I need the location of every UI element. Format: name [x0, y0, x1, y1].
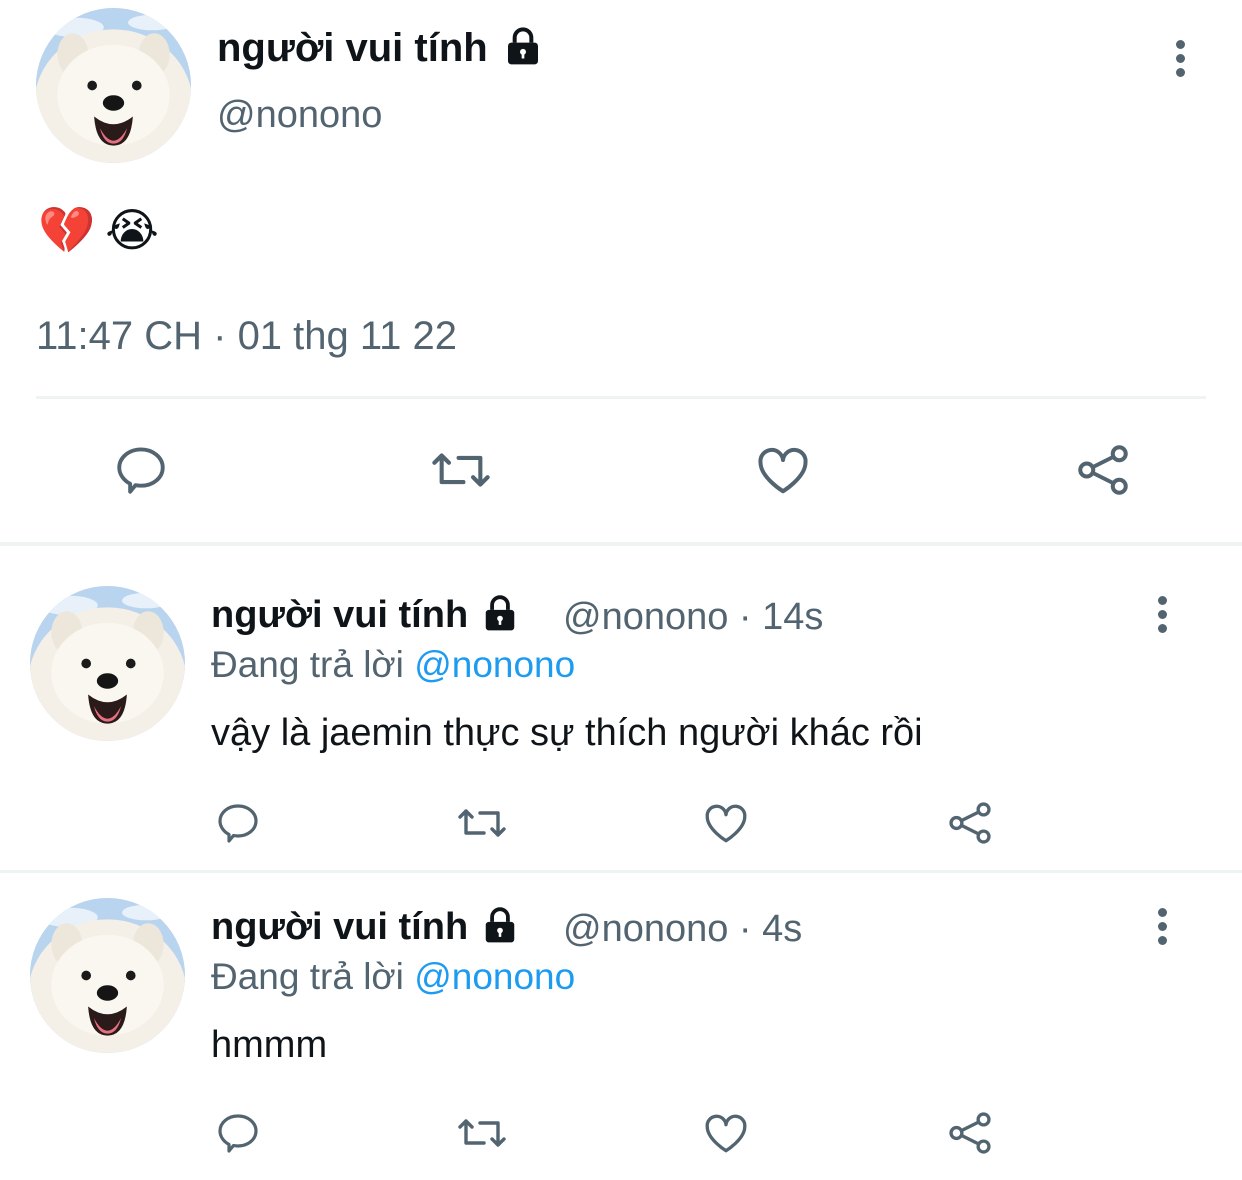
share-icon	[949, 1112, 991, 1154]
replying-label: Đang trả lời	[211, 644, 404, 685]
more-options-icon[interactable]	[1155, 908, 1169, 950]
tweet-thread: người vui tính @nonono 💔 😭 11:47 CH · 01…	[0, 0, 1242, 1180]
reply-button[interactable]	[104, 440, 178, 500]
heart-icon	[705, 804, 747, 843]
like-button[interactable]	[746, 440, 820, 500]
retweet-button[interactable]	[424, 440, 498, 500]
lock-icon	[485, 595, 514, 631]
share-button[interactable]	[1066, 440, 1140, 500]
section-divider	[0, 870, 1242, 873]
heart-icon	[705, 1114, 747, 1153]
reply-icon	[218, 1114, 258, 1153]
handle[interactable]: @nonono	[217, 94, 382, 137]
replying-label: Đang trả lời	[211, 956, 404, 997]
lock-icon	[485, 907, 514, 943]
tweet-text: vậy là jaemin thực sự thích người khác r…	[211, 712, 923, 754]
share-icon	[949, 802, 991, 844]
share-icon	[1078, 445, 1128, 495]
replying-to: Đang trả lời @nonono	[211, 644, 575, 686]
avatar[interactable]	[36, 8, 191, 163]
display-name[interactable]: người vui tính	[211, 594, 519, 637]
broken-heart-emoji: 💔	[38, 204, 96, 256]
tweet-content: 💔 😭	[38, 204, 159, 256]
reply-icon	[117, 447, 165, 494]
more-options-icon[interactable]	[1155, 596, 1169, 638]
retweet-icon	[458, 1119, 506, 1147]
divider	[36, 396, 1206, 399]
lock-icon	[507, 27, 538, 65]
avatar[interactable]	[30, 586, 185, 741]
section-divider	[0, 542, 1242, 546]
reply-icon	[218, 804, 258, 843]
reply-button[interactable]	[208, 796, 268, 850]
avatar[interactable]	[30, 898, 185, 1053]
heart-icon	[758, 447, 808, 494]
retweet-button[interactable]	[452, 1106, 512, 1160]
display-name-text: người vui tính	[217, 26, 488, 70]
more-options-icon[interactable]	[1173, 40, 1187, 82]
display-name[interactable]: người vui tính	[211, 906, 519, 949]
retweet-icon	[458, 809, 506, 837]
display-name-text: người vui tính	[211, 906, 469, 948]
like-button[interactable]	[696, 796, 756, 850]
crying-face-emoji: 😭	[105, 204, 160, 256]
share-button[interactable]	[940, 1106, 1000, 1160]
like-button[interactable]	[696, 1106, 756, 1160]
reply-button[interactable]	[208, 1106, 268, 1160]
handle-and-time[interactable]: @nonono · 4s	[563, 908, 802, 951]
tweet-timestamp[interactable]: 11:47 CH · 01 thg 11 22	[36, 314, 457, 359]
tweet-text: hmmm	[211, 1024, 328, 1066]
replying-to: Đang trả lời @nonono	[211, 956, 575, 998]
retweet-button[interactable]	[452, 796, 512, 850]
share-button[interactable]	[940, 796, 1000, 850]
handle-and-time[interactable]: @nonono · 14s	[563, 596, 823, 639]
display-name-text: người vui tính	[211, 594, 469, 636]
mention-link[interactable]: @nonono	[414, 644, 575, 685]
mention-link[interactable]: @nonono	[414, 956, 575, 997]
retweet-icon	[432, 453, 490, 487]
display-name[interactable]: người vui tính	[217, 26, 543, 71]
